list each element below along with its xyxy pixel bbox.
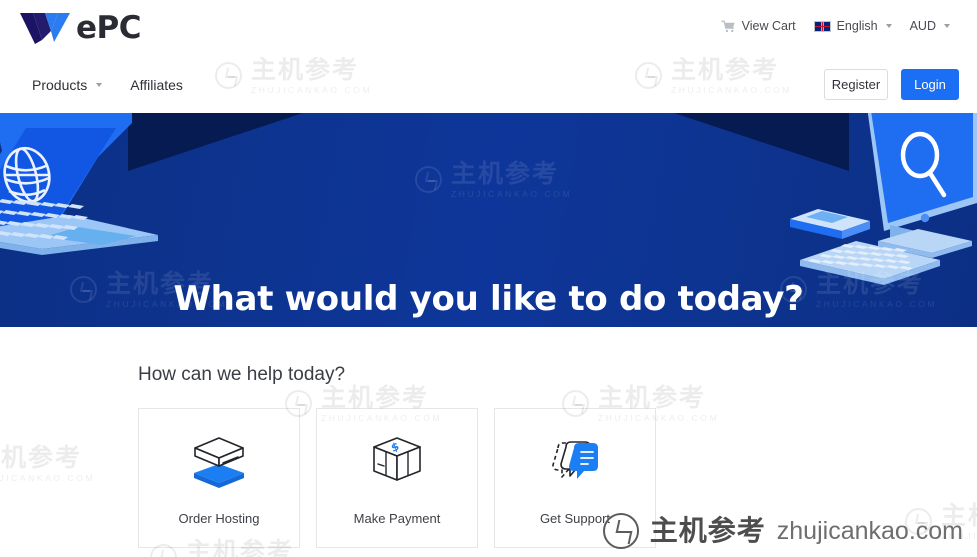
chat-bubbles-icon [544,433,606,491]
watermark-cn: 主机参考 [451,159,560,188]
layers-box-icon [188,433,250,491]
logo-text: ePC [76,9,142,46]
watermark-en: ZHUJICANKAO.COM [941,531,977,541]
chevron-down-icon [96,83,103,87]
nav-links: Products Affiliates [18,73,197,97]
card-make-payment[interactable]: $ Make Payment [316,408,478,548]
hero-title: What would you like to do today? [173,279,804,319]
wepc-w-logo-icon [20,13,70,44]
watermark-tile: 主机参考 ZHUJICANKAO.COM [905,503,977,541]
watermark-en: ZHUJICANKAO.COM [0,473,96,483]
watermark-en: ZHUJICANKAO.COM [451,189,573,199]
card-order-hosting[interactable]: Order Hosting [138,408,300,548]
watermark-cn: 主机参考 [321,383,430,412]
watermark-tile: 主机参考 ZHUJICANKAO.COM [415,161,572,199]
zhujicankao-logo-icon [415,166,442,194]
currency-selector[interactable]: AUD [901,16,959,36]
site-logo[interactable]: ePC [20,9,142,46]
nav-actions: Register Login [824,69,959,100]
language-label: English [836,19,878,33]
watermark-tile: 主机参考 ZHUJICANKAO.COM [0,445,95,483]
language-selector[interactable]: English [805,16,901,36]
page-root: 主机参考 ZHUJICANKAO.COM 主机参考 ZHUJICANKAO.CO… [0,0,977,557]
cart-icon [720,20,735,32]
watermark-cn: 主机参考 [941,501,977,530]
hero-banner: 主机参考 ZHUJICANKAO.COM 主机参考 ZHUJICANKAO.CO… [0,113,977,327]
main-content: 主机参考 ZHUJICANKAO.COM 主机参考 ZHUJICANKAO.CO… [0,327,977,557]
page-title: How can we help today? [138,364,346,385]
card-label: Order Hosting [178,511,260,526]
top-bar: ePC View Cart English AUD [0,0,977,57]
chevron-down-icon [885,24,892,28]
card-label: Make Payment [353,511,441,526]
watermark-cn: 主机参考 [598,383,707,412]
nav-item-affiliates[interactable]: Affiliates [116,73,197,97]
zhujicankao-logo-icon [905,508,932,536]
chevron-down-icon [944,24,950,28]
view-cart-link[interactable]: View Cart [712,16,805,36]
watermark-cn: 主机参考 [0,443,83,472]
nav-item-products[interactable]: Products [18,73,116,97]
help-cards: Order Hosting $ Make Payment Get Support [138,408,656,548]
nav-item-products-label: Products [32,77,88,93]
card-label: Get Support [539,511,611,526]
login-button[interactable]: Login [901,69,959,100]
top-utilities: View Cart English AUD [712,16,959,36]
payment-box-icon: $ [366,433,428,491]
register-button[interactable]: Register [824,69,888,100]
nav-item-affiliates-label: Affiliates [130,77,183,93]
card-get-support[interactable]: Get Support [494,408,656,548]
currency-label: AUD [909,19,936,33]
view-cart-label: View Cart [741,19,796,33]
main-nav: Products Affiliates Register Login [0,57,977,113]
uk-flag-icon [813,20,831,32]
